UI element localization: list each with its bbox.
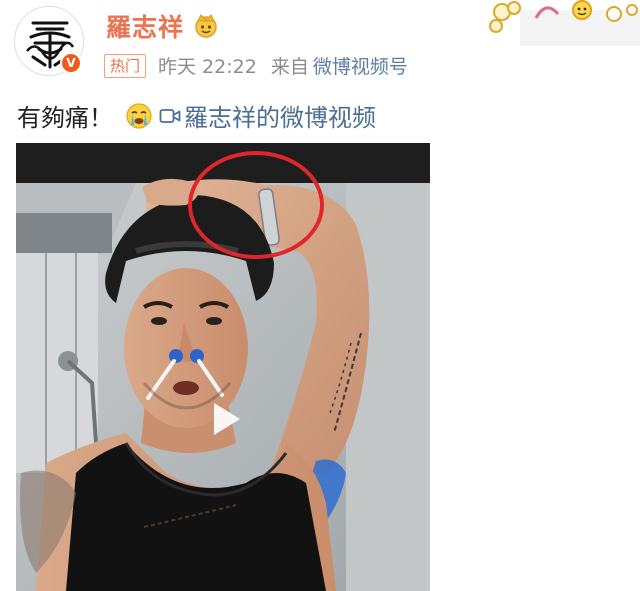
post-time: 昨天 22:22 (158, 56, 257, 78)
video-link[interactable]: 羅志祥的微博视频 (184, 98, 376, 133)
post-meta: 热门 昨天 22:22 来自 微博视频号 (104, 52, 408, 79)
weibo-post: V 羅志祥 热门 昨天 22:22 来自 微博视频号 有夠痛！ 羅志祥的微博视频 (0, 0, 640, 591)
post-body: 有夠痛！ 羅志祥的微博视频 (17, 98, 376, 133)
video-player[interactable] (16, 143, 430, 591)
post-text: 有夠痛！ (17, 104, 113, 132)
crown-icon (195, 14, 217, 38)
decorative-sticker (489, 0, 640, 46)
source-prefix: 来自 (270, 56, 309, 78)
play-icon[interactable] (206, 399, 246, 439)
hot-tag[interactable]: 热门 (104, 53, 147, 78)
username[interactable]: 羅志祥 (106, 8, 184, 44)
verified-badge: V (60, 52, 82, 74)
post-source[interactable]: 微博视频号 (313, 52, 408, 79)
video-camera-icon (159, 108, 181, 123)
crying-emoji-icon (126, 102, 152, 129)
video-thumbnail (16, 143, 430, 591)
